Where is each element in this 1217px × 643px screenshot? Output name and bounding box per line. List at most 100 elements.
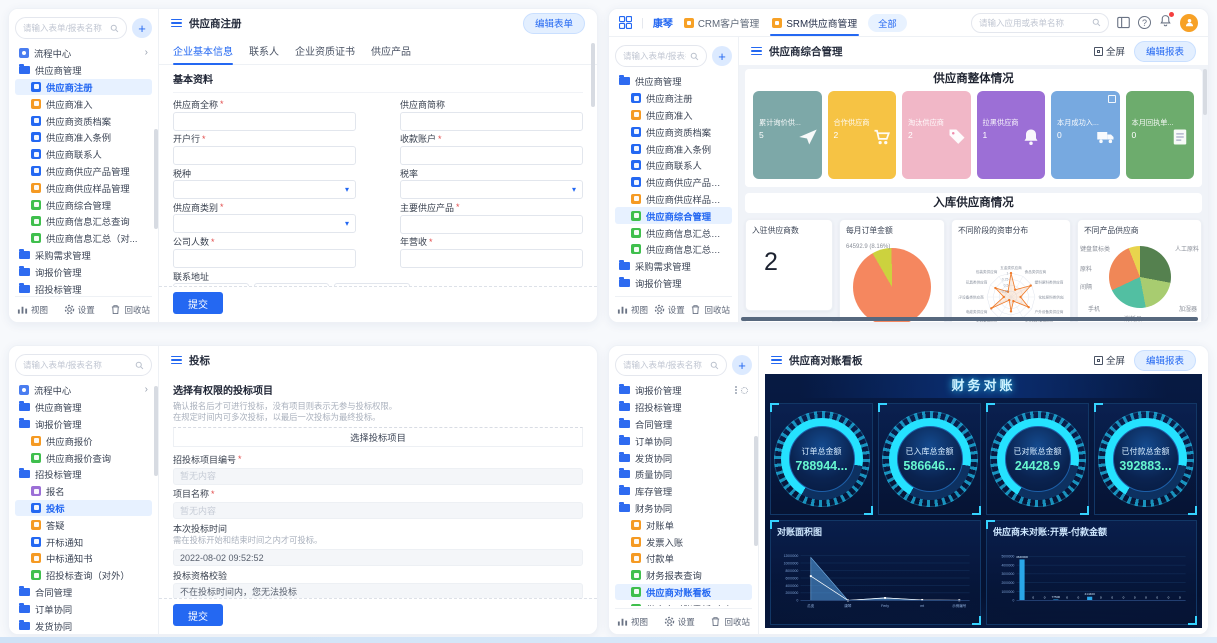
tab-1[interactable]: 联系人 [249, 37, 279, 64]
bid-time-value[interactable] [173, 549, 583, 566]
workspace-name[interactable]: 康琴 [653, 15, 673, 30]
sidebar-item-sub[interactable]: 供应商信息汇总（对... [15, 230, 152, 247]
submit-button[interactable]: 提交 [173, 604, 223, 626]
sidebar-item-folder[interactable]: 询报价管理 [15, 263, 152, 280]
sidebar-item-sub[interactable]: 报名 [15, 483, 152, 500]
sidebar-item-sub[interactable]: 供应商信息汇总（对... [615, 241, 732, 258]
project-name-input[interactable] [173, 502, 583, 519]
sidebar-item-folder[interactable]: 订单协同 [15, 600, 152, 617]
footer-views[interactable]: 视图 [617, 304, 648, 316]
sidebar-item-sub[interactable]: 供应商信息汇总查询 [615, 224, 732, 241]
tab-0[interactable]: 企业基本信息 [173, 37, 233, 64]
sidebar-item-folder[interactable]: 合同管理 [615, 416, 752, 433]
edit-report-button[interactable]: 编辑报表 [1134, 350, 1196, 371]
sidebar-item-folder[interactable]: 采购需求管理 [15, 247, 152, 264]
q3-sidebar-search[interactable]: 请输入表单/报表名称 [15, 354, 152, 376]
sidebar-item-sub[interactable]: 供应商供应产品管理 [15, 163, 152, 180]
area-chart-panel[interactable]: 对账面积图 1200000010000000800000060000004000… [770, 520, 981, 625]
product-pie-tile[interactable]: 不同产品供应商 键盘鼠标类原料间隔手机消耗品加湿器人工原料 人工原料海绵化妆品水… [1077, 219, 1202, 322]
sidebar-item-folder[interactable]: 财务协同 [615, 500, 752, 517]
sidebar-item-sub[interactable]: 招投标查询（对外） [15, 567, 152, 584]
sidebar-item-sub[interactable]: 供应商对账看板 [615, 584, 752, 601]
stage-radar-tile[interactable]: 不同阶段的资审分布 0.250.50.751五金类供应商食品类供应商塑料原料类供… [951, 219, 1071, 322]
notifications-bell-icon[interactable] [1159, 14, 1172, 32]
add-form-button[interactable]: + [132, 18, 152, 38]
sidebar-item-sub[interactable]: 对账单 [615, 516, 752, 533]
fullscreen-button[interactable]: 全屏 [1094, 353, 1125, 367]
sidebar-item-sub[interactable]: 投标 [15, 500, 152, 517]
sidebar-item-sub[interactable]: 供应商综合管理 [15, 196, 152, 213]
sidebar-item-folder[interactable]: 合同管理 [15, 584, 152, 601]
form-menu-icon[interactable] [171, 356, 182, 365]
sidebar-item-folder[interactable]: 招投标管理 [15, 466, 152, 483]
sidebar-item-sub[interactable]: 供应商对账看板（对... [615, 600, 752, 606]
sidebar-item-sub[interactable]: 供应商准入条例 [615, 140, 732, 157]
overview-card[interactable]: 本月成功入...0 [1051, 91, 1120, 179]
sidebar-item-folder[interactable]: 招投标管理 [615, 399, 752, 416]
q4-sidebar-search[interactable]: 请输入表单/报表名称 [615, 354, 727, 376]
edit-report-button[interactable]: 编辑报表 [1134, 41, 1196, 62]
footer-views[interactable]: 视图 [617, 616, 648, 628]
q2-sidebar-search[interactable]: 请输入表单/报表名称 [615, 45, 707, 67]
overview-card[interactable]: 淘汰供应商2 [902, 91, 971, 179]
select-control[interactable]: ▾ [400, 180, 583, 199]
form-scrollbar[interactable] [591, 43, 595, 107]
q1-sidebar-search[interactable]: 请输入表单/报表名称 [15, 17, 127, 39]
sidebar-item-sub[interactable]: 供应商准入 [15, 95, 152, 112]
tab-3[interactable]: 供应产品 [371, 37, 411, 64]
sidebar-item-folder[interactable]: 供应商管理 [15, 399, 152, 416]
tab-crm[interactable]: CRM客户管理 [682, 9, 762, 36]
edit-form-button[interactable]: 编辑表单 [523, 13, 585, 34]
footer-recycle-bin[interactable]: 回收站 [710, 616, 750, 628]
bid-project-no-input[interactable] [173, 468, 583, 485]
horizontal-scrollbar[interactable] [741, 317, 1198, 321]
submit-button[interactable]: 提交 [173, 292, 223, 314]
text-input[interactable] [400, 112, 583, 131]
overview-card[interactable]: 合作供应商2 [828, 91, 897, 179]
sidebar-item-sub[interactable]: 供应商联系人 [615, 157, 732, 174]
sidebar-scrollbar[interactable] [154, 129, 158, 229]
sidebar-item-sub[interactable]: 供应商资质档案 [15, 112, 152, 129]
sidebar-item-sub[interactable]: 供应商资质档案 [615, 123, 732, 140]
sidebar-item-group[interactable]: 流程中心› [15, 382, 152, 399]
sidebar-item-folder[interactable]: 质量协同 [615, 466, 752, 483]
sidebar-item-sub[interactable]: 供应商报价 [15, 432, 152, 449]
form-menu-icon[interactable] [171, 19, 182, 28]
sidebar-scrollbar[interactable] [154, 386, 158, 476]
sidebar-item-sub[interactable]: 供应商信息汇总查询 [15, 213, 152, 230]
overview-card[interactable]: 累计询价供...5 [753, 91, 822, 179]
sidebar-item-sub[interactable]: 供应商供应产品管理 [615, 174, 732, 191]
add-form-button[interactable]: + [712, 46, 732, 66]
tab-srm[interactable]: SRM供应商管理 [770, 9, 859, 36]
sidebar-item-sub[interactable]: 供应商准入条例 [15, 129, 152, 146]
bar-chart-panel[interactable]: 供应商未对账:开票-付款金额 5000000400000030000002000… [986, 520, 1197, 625]
select-control[interactable]: ▾ [173, 214, 356, 233]
text-input[interactable] [173, 146, 356, 165]
choose-bid-project-button[interactable]: 选择投标项目 [173, 427, 583, 447]
text-input[interactable] [400, 215, 583, 234]
sidebar-item-sub[interactable]: 供应商准入 [615, 107, 732, 124]
text-input[interactable] [173, 249, 356, 268]
add-form-button[interactable]: + [732, 355, 752, 375]
sidebar-item-folder[interactable]: 发货协同 [615, 449, 752, 466]
dashboard-scrollbar[interactable] [1203, 69, 1207, 115]
sidebar-item-sub[interactable]: 供应商注册 [15, 79, 152, 96]
sidebar-item-sub[interactable]: 供应商综合管理 [615, 207, 732, 224]
sidebar-item-sub[interactable]: 供应商联系人 [15, 146, 152, 163]
sidebar-item-sub[interactable]: 供应商供应样品管理 [15, 179, 152, 196]
help-icon[interactable]: ? [1138, 16, 1151, 29]
more-icon[interactable] [735, 389, 737, 391]
footer-settings[interactable]: 设置 [64, 304, 95, 316]
sidebar-item-folder[interactable]: 询报价管理 [615, 275, 732, 292]
overview-card[interactable]: 拉黑供应商1 [977, 91, 1046, 179]
sidebar-item-sub[interactable]: 供应商供应样品管理 [615, 191, 732, 208]
sidebar-item-group[interactable]: 流程中心› [15, 45, 152, 62]
panel-icon[interactable] [1117, 16, 1130, 29]
report-menu-icon[interactable] [771, 356, 782, 365]
stat-suppliers-tile[interactable]: 入驻供应商数 2 [745, 219, 833, 311]
footer-settings[interactable]: 设置 [654, 304, 685, 316]
sidebar-item-folder[interactable]: 供应商管理 [615, 73, 732, 90]
sidebar-item-folder[interactable]: 询报价管理 [15, 416, 152, 433]
tab-2[interactable]: 企业资质证书 [295, 37, 355, 64]
sidebar-item-folder[interactable]: 询报价管理 [615, 382, 752, 399]
